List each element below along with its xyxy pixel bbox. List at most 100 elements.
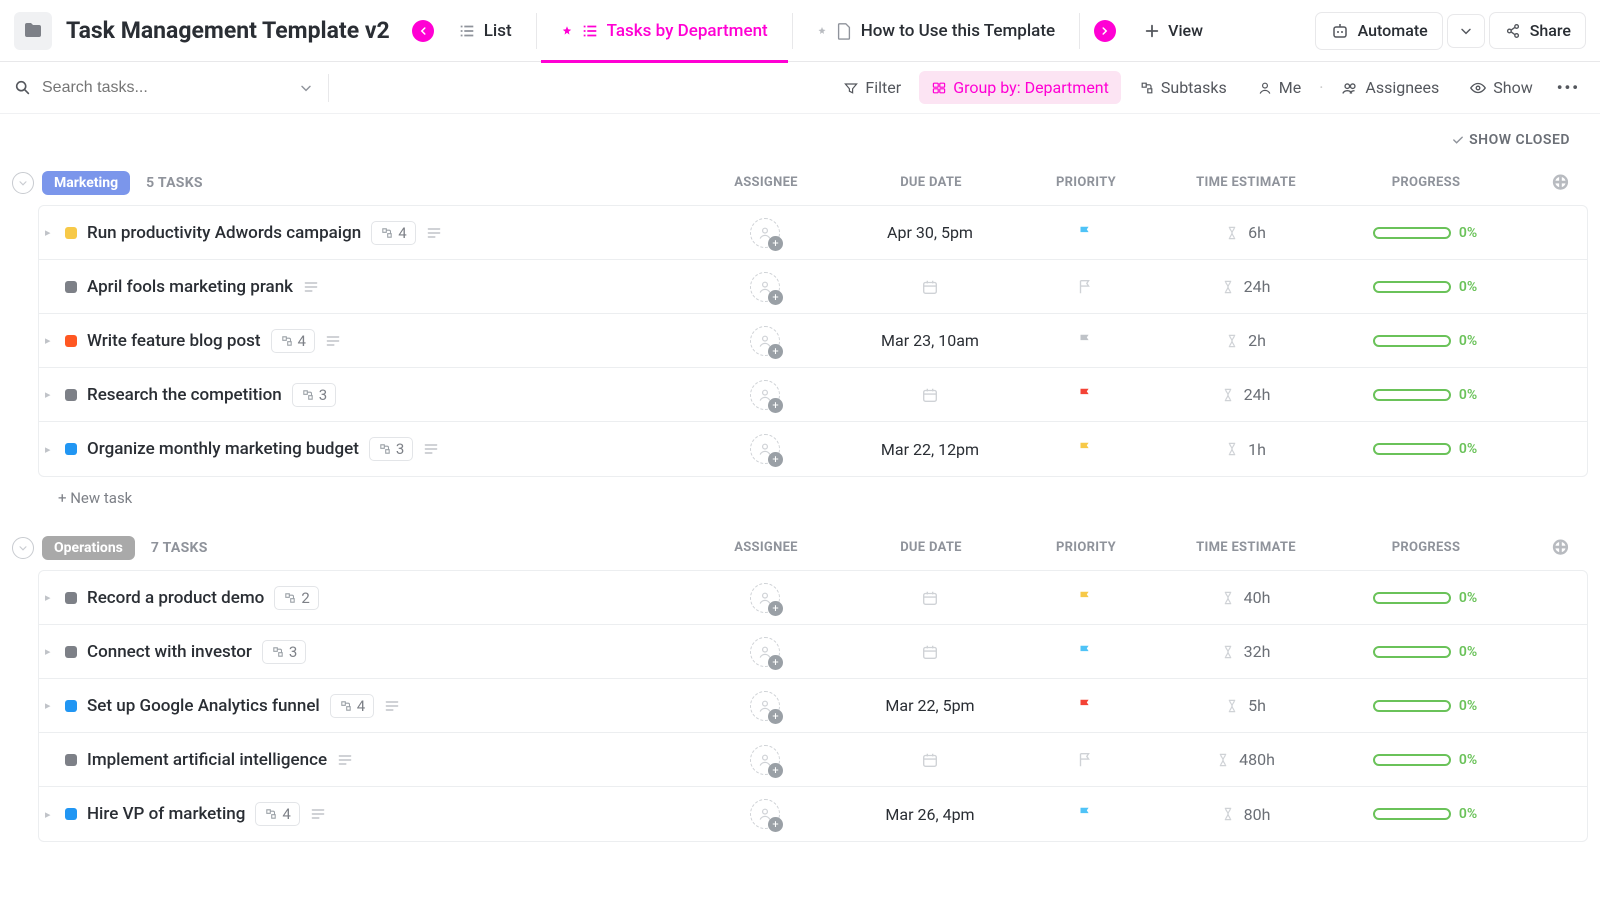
assignee-add[interactable] <box>750 434 780 464</box>
assignee-add[interactable] <box>750 799 780 829</box>
time-estimate-cell[interactable]: 1h <box>1155 440 1335 459</box>
group-tag[interactable]: Operations <box>42 536 135 560</box>
task-row[interactable]: ▸ Hire VP of marketing 4 Mar 26, 4pm 80h… <box>39 787 1587 841</box>
task-row[interactable]: ▸ Organize monthly marketing budget 3 Ma… <box>39 422 1587 476</box>
assignee-add[interactable] <box>750 583 780 613</box>
status-indicator[interactable] <box>65 281 77 293</box>
status-indicator[interactable] <box>65 389 77 401</box>
task-row[interactable]: April fools marketing prank 24h 0% <box>39 260 1587 314</box>
expand-toggle[interactable]: ▸ <box>45 699 55 712</box>
due-date-cell[interactable] <box>845 278 1015 296</box>
subtask-count[interactable]: 4 <box>330 694 374 718</box>
time-estimate-cell[interactable]: 32h <box>1155 642 1335 661</box>
time-estimate-cell[interactable]: 24h <box>1155 385 1335 404</box>
status-indicator[interactable] <box>65 754 77 766</box>
tab-how-to-use[interactable]: How to Use this Template <box>797 0 1075 62</box>
chevron-down-icon[interactable] <box>298 80 314 96</box>
due-date-cell[interactable] <box>845 386 1015 404</box>
description-icon[interactable] <box>303 279 319 295</box>
automate-dropdown[interactable] <box>1447 14 1485 48</box>
status-indicator[interactable] <box>65 646 77 658</box>
assignee-add[interactable] <box>750 691 780 721</box>
subtask-count[interactable]: 2 <box>274 586 318 610</box>
progress-cell[interactable]: 0% <box>1335 806 1515 822</box>
me-button[interactable]: Me <box>1245 71 1313 104</box>
status-indicator[interactable] <box>65 443 77 455</box>
priority-cell[interactable] <box>1015 224 1155 242</box>
due-date-cell[interactable] <box>845 643 1015 661</box>
progress-cell[interactable]: 0% <box>1335 644 1515 660</box>
task-row[interactable]: ▸ Connect with investor 3 32h 0% <box>39 625 1587 679</box>
folder-button[interactable] <box>14 12 52 50</box>
due-date-cell[interactable] <box>845 751 1015 769</box>
show-button[interactable]: Show <box>1457 71 1544 104</box>
assignee-add[interactable] <box>750 745 780 775</box>
expand-toggle[interactable]: ▸ <box>45 388 55 401</box>
priority-cell[interactable] <box>1015 697 1155 715</box>
assignee-add[interactable] <box>750 326 780 356</box>
task-row[interactable]: ▸ Record a product demo 2 40h 0% <box>39 571 1587 625</box>
description-icon[interactable] <box>423 441 439 457</box>
time-estimate-cell[interactable]: 6h <box>1155 223 1335 242</box>
description-icon[interactable] <box>384 698 400 714</box>
description-icon[interactable] <box>325 333 341 349</box>
show-closed-toggle[interactable]: SHOW CLOSED <box>0 114 1600 170</box>
subtask-count[interactable]: 3 <box>262 640 306 664</box>
search-input[interactable] <box>42 79 288 97</box>
status-indicator[interactable] <box>65 592 77 604</box>
progress-cell[interactable]: 0% <box>1335 387 1515 403</box>
time-estimate-cell[interactable]: 5h <box>1155 696 1335 715</box>
filter-button[interactable]: Filter <box>831 71 913 104</box>
time-estimate-cell[interactable]: 24h <box>1155 277 1335 296</box>
add-view-button[interactable]: View <box>1130 13 1217 48</box>
subtask-count[interactable]: 4 <box>271 329 315 353</box>
priority-cell[interactable] <box>1015 332 1155 350</box>
progress-cell[interactable]: 0% <box>1335 441 1515 457</box>
expand-toggle[interactable]: ▸ <box>45 808 55 821</box>
group-tag[interactable]: Marketing <box>42 171 130 195</box>
automate-button[interactable]: Automate <box>1315 12 1443 50</box>
time-estimate-cell[interactable]: 480h <box>1155 750 1335 769</box>
subtask-count[interactable]: 4 <box>371 221 415 245</box>
description-icon[interactable] <box>310 806 326 822</box>
progress-cell[interactable]: 0% <box>1335 752 1515 768</box>
subtask-count[interactable]: 3 <box>369 437 413 461</box>
due-date-cell[interactable] <box>845 589 1015 607</box>
add-column-button[interactable]: ⊕ <box>1516 170 1576 195</box>
new-task-button[interactable]: + New task <box>58 489 1600 507</box>
progress-cell[interactable]: 0% <box>1335 590 1515 606</box>
time-estimate-cell[interactable]: 2h <box>1155 331 1335 350</box>
task-row[interactable]: ▸ Run productivity Adwords campaign 4 Ap… <box>39 206 1587 260</box>
priority-cell[interactable] <box>1015 589 1155 607</box>
prev-view-button[interactable] <box>412 20 434 42</box>
task-row[interactable]: Implement artificial intelligence 480h 0… <box>39 733 1587 787</box>
assignee-add[interactable] <box>750 218 780 248</box>
progress-cell[interactable]: 0% <box>1335 333 1515 349</box>
status-indicator[interactable] <box>65 700 77 712</box>
expand-toggle[interactable]: ▸ <box>45 591 55 604</box>
priority-cell[interactable] <box>1015 386 1155 404</box>
priority-cell[interactable] <box>1015 278 1155 296</box>
task-row[interactable]: ▸ Set up Google Analytics funnel 4 Mar 2… <box>39 679 1587 733</box>
time-estimate-cell[interactable]: 80h <box>1155 805 1335 824</box>
tab-tasks-by-department[interactable]: Tasks by Department <box>541 0 788 62</box>
collapse-group-button[interactable] <box>12 537 34 559</box>
time-estimate-cell[interactable]: 40h <box>1155 588 1335 607</box>
expand-toggle[interactable]: ▸ <box>45 443 55 456</box>
next-view-button[interactable] <box>1094 20 1116 42</box>
priority-cell[interactable] <box>1015 440 1155 458</box>
group-by-button[interactable]: Group by: Department <box>919 71 1121 104</box>
collapse-group-button[interactable] <box>12 172 34 194</box>
add-column-button[interactable]: ⊕ <box>1516 535 1576 560</box>
more-button[interactable]: ••• <box>1551 71 1586 104</box>
priority-cell[interactable] <box>1015 643 1155 661</box>
status-indicator[interactable] <box>65 808 77 820</box>
assignee-add[interactable] <box>750 637 780 667</box>
assignee-add[interactable] <box>750 380 780 410</box>
expand-toggle[interactable]: ▸ <box>45 334 55 347</box>
description-icon[interactable] <box>426 225 442 241</box>
due-date-cell[interactable]: Mar 23, 10am <box>845 331 1015 350</box>
due-date-cell[interactable]: Apr 30, 5pm <box>845 223 1015 242</box>
status-indicator[interactable] <box>65 227 77 239</box>
progress-cell[interactable]: 0% <box>1335 698 1515 714</box>
